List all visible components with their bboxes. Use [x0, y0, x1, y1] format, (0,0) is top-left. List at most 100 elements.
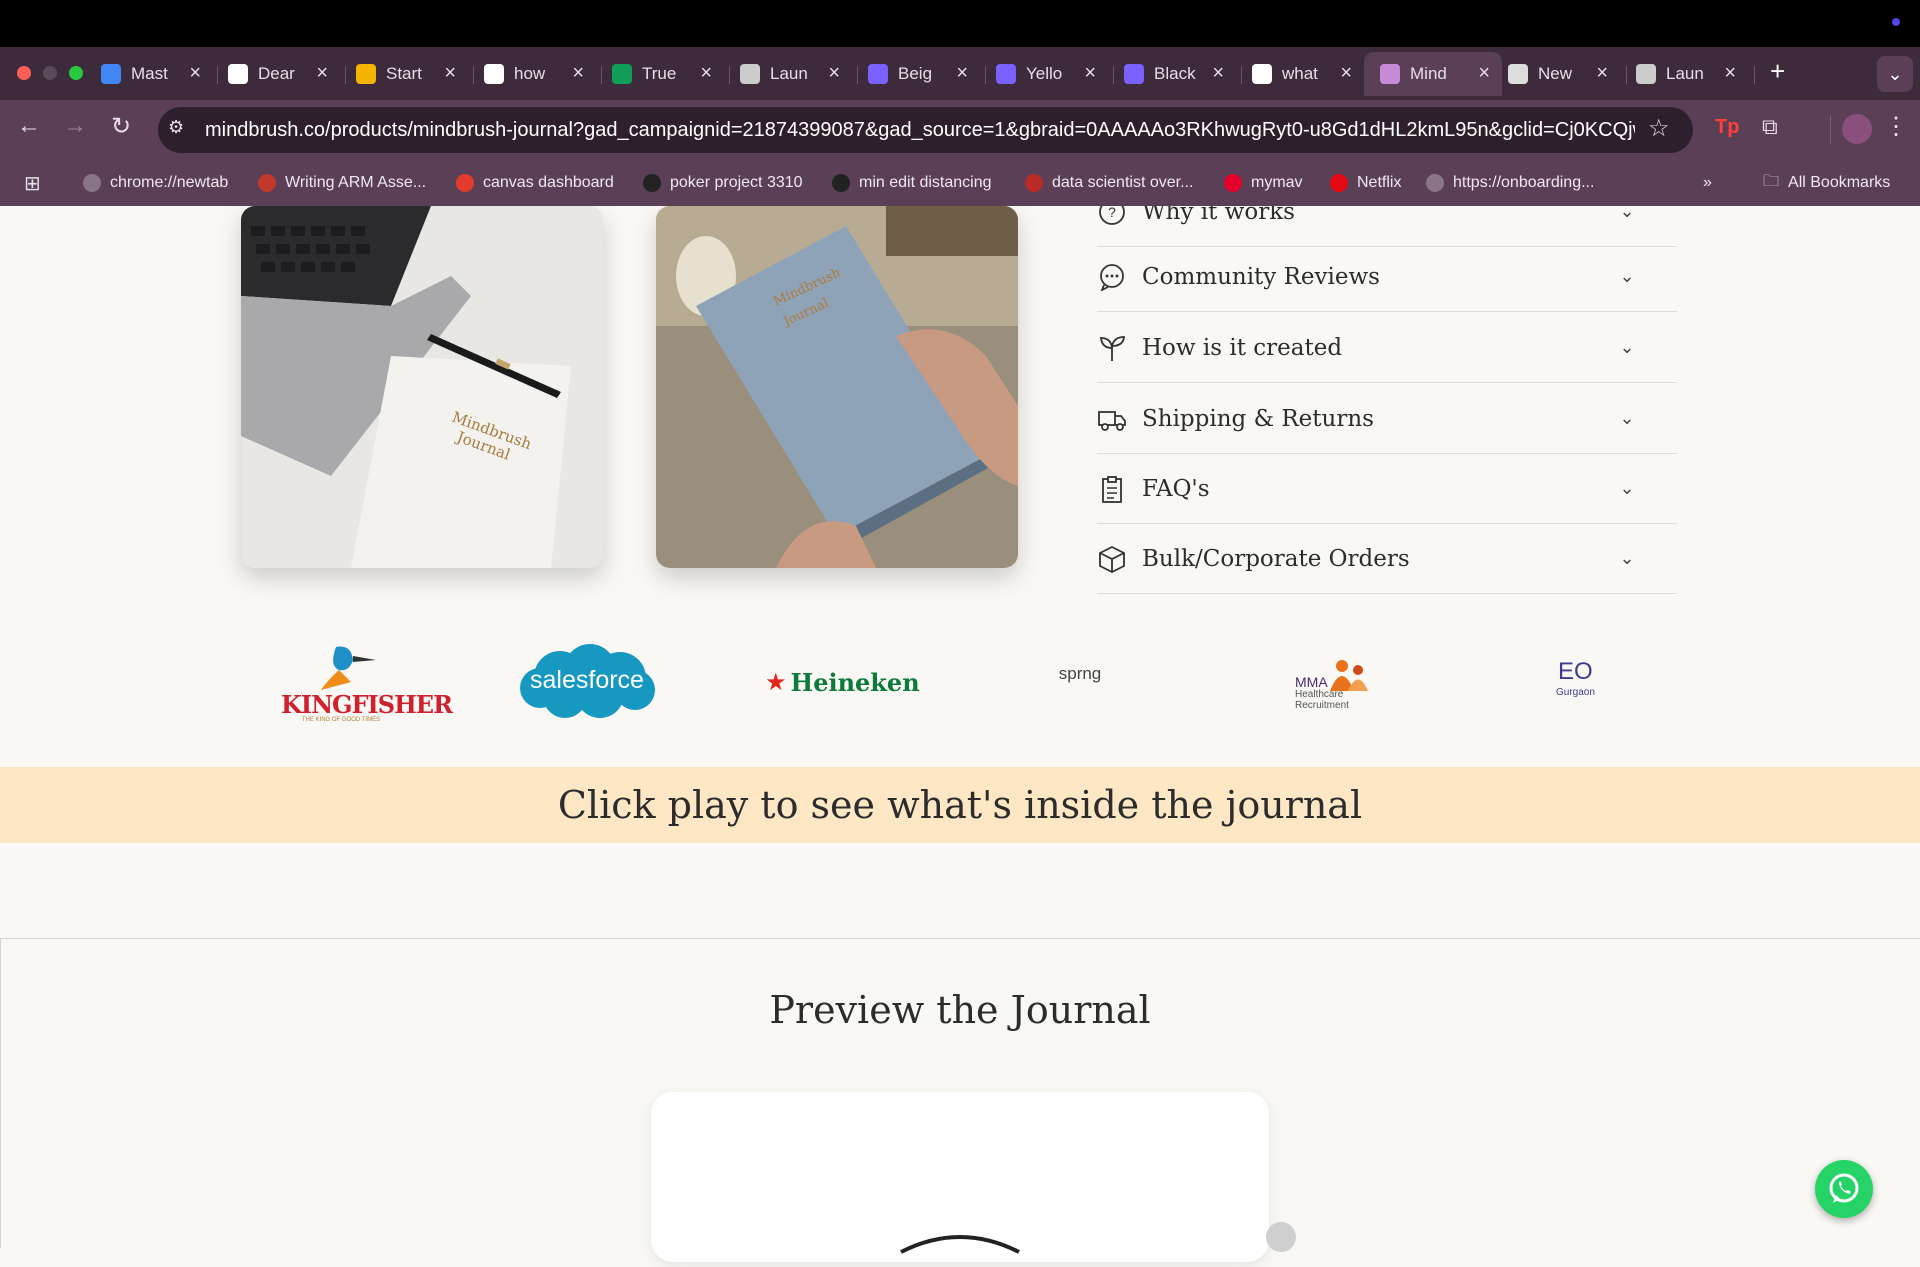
tab-5[interactable]: Laun ×: [724, 52, 852, 96]
tab-title: Mind: [1410, 64, 1447, 83]
globe-icon: [1636, 64, 1656, 84]
profile-avatar[interactable]: [1842, 114, 1872, 144]
tab-10[interactable]: Mind ×: [1364, 52, 1502, 96]
close-tab-icon[interactable]: ×: [1212, 62, 1224, 85]
forward-button[interactable]: →: [58, 112, 92, 140]
back-button[interactable]: ←: [12, 112, 46, 140]
tab-0[interactable]: Mast ×: [85, 52, 213, 96]
all-bookmarks-button[interactable]: 🗀 All Bookmarks: [1763, 160, 1890, 206]
close-tab-icon[interactable]: ×: [1084, 62, 1096, 85]
extensions-puzzle-icon[interactable]: ⧉: [1762, 114, 1778, 140]
heineken-wordmark: Heineken: [790, 667, 920, 697]
mma-line2: Healthcare: [1295, 689, 1344, 700]
bookmark-item[interactable]: min edit distancing: [832, 160, 992, 206]
close-tab-icon[interactable]: ×: [700, 62, 712, 85]
logo-mma: MMA Healthcare Recruitment: [1290, 656, 1370, 716]
accordion-item[interactable]: How is it created ⌄: [1097, 313, 1677, 383]
apps-grid-icon[interactable]: ⊞: [24, 171, 41, 196]
close-tab-icon[interactable]: ×: [1340, 62, 1352, 85]
new-tab-button[interactable]: +: [1770, 56, 1785, 87]
accordion-item[interactable]: Shipping & Returns ⌄: [1097, 384, 1677, 454]
whatsapp-chat-button[interactable]: [1815, 1160, 1873, 1218]
kingfisher-tagline: THE KING OF GOOD TIMES: [301, 717, 381, 723]
eo-location: Gurgaon: [1556, 687, 1595, 698]
tab-title: Dear: [258, 64, 295, 83]
bookmark-item[interactable]: data scientist over...: [1025, 160, 1193, 206]
question-icon: ?: [1097, 206, 1127, 227]
tab-separator: [1113, 66, 1114, 84]
folder-icon: 🗀: [1763, 172, 1780, 190]
product-image-hands[interactable]: Mindbrush Journal: [656, 206, 1018, 568]
mindbrush-icon: [1380, 64, 1400, 84]
reload-button[interactable]: ↻: [104, 112, 138, 141]
tab-8[interactable]: Black ×: [1108, 52, 1236, 96]
tab-12[interactable]: Laun ×: [1620, 52, 1748, 96]
url-text[interactable]: mindbrush.co/products/mindbrush-journal?…: [205, 119, 1635, 142]
canva-icon: [996, 64, 1016, 84]
tab-title: what: [1282, 64, 1318, 83]
salesforce-wordmark: salesforce: [530, 666, 644, 694]
all-bookmarks-label: All Bookmarks: [1788, 174, 1891, 191]
tab-3[interactable]: how ×: [468, 52, 596, 96]
close-tab-icon[interactable]: ×: [956, 62, 968, 85]
chevron-down-icon: ⌄: [1619, 206, 1635, 221]
close-tab-icon[interactable]: ×: [828, 62, 840, 85]
close-tab-icon[interactable]: ×: [1596, 62, 1608, 85]
product-image-laptop[interactable]: Mindbrush Journal: [241, 206, 603, 568]
logo-salesforce: salesforce: [515, 642, 659, 720]
toolbar-divider: [1830, 116, 1831, 144]
tab-separator: [729, 66, 730, 84]
tab-4[interactable]: True ×: [596, 52, 724, 96]
globe-icon: [740, 64, 760, 84]
quora-icon: [1025, 174, 1043, 192]
maximize-window-button[interactable]: [69, 66, 83, 80]
canva-icon: [868, 64, 888, 84]
tab-title: Start: [386, 64, 422, 83]
tab-title: Mast: [131, 64, 168, 83]
close-tab-icon[interactable]: ×: [189, 62, 201, 85]
mma-wordmark: MMA: [1295, 674, 1328, 690]
close-tab-icon[interactable]: ×: [444, 62, 456, 85]
accordion-item[interactable]: ? Why it works ⌄: [1097, 206, 1677, 247]
bookmark-item[interactable]: Netflix: [1330, 160, 1401, 206]
accordion-item[interactable]: Community Reviews ⌄: [1097, 242, 1677, 312]
tab-2[interactable]: Start ×: [340, 52, 468, 96]
tab-title: how: [514, 64, 546, 83]
bookmark-item[interactable]: Writing ARM Asse...: [258, 160, 426, 206]
site-info-icon[interactable]: ⚙: [168, 117, 184, 138]
bookmark-item[interactable]: canvas dashboard: [456, 160, 614, 206]
preview-card[interactable]: [651, 1092, 1269, 1262]
accordion-item[interactable]: Bulk/Corporate Orders ⌄: [1097, 524, 1677, 594]
close-tab-icon[interactable]: ×: [1478, 62, 1490, 85]
bookmark-star-icon[interactable]: ☆: [1648, 114, 1670, 143]
truck-icon: [1097, 404, 1127, 434]
extension-tp-icon[interactable]: Tp: [1715, 116, 1739, 139]
tab-separator: [473, 66, 474, 84]
bookmark-item[interactable]: chrome://newtab: [83, 160, 228, 206]
tab-9[interactable]: what ×: [1236, 52, 1364, 96]
preview-title: Preview the Journal: [769, 988, 1151, 1032]
tab-6[interactable]: Beig ×: [852, 52, 980, 96]
bookmark-item[interactable]: https://onboarding...: [1426, 160, 1594, 206]
close-tab-icon[interactable]: ×: [316, 62, 328, 85]
minimize-window-button[interactable]: [43, 66, 57, 80]
tab-separator: [1626, 66, 1627, 84]
tab-1[interactable]: Dear ×: [212, 52, 340, 96]
close-tab-icon[interactable]: ×: [1724, 62, 1736, 85]
globe-icon: [1426, 174, 1444, 192]
more-bookmarks-icon[interactable]: »: [1703, 160, 1712, 206]
browser-menu-icon[interactable]: ⋮: [1884, 112, 1908, 141]
tab-search-button[interactable]: ⌄: [1877, 56, 1913, 92]
bookmark-item[interactable]: poker project 3310: [643, 160, 803, 206]
close-tab-icon[interactable]: ×: [572, 62, 584, 85]
tab-title: Beig: [898, 64, 933, 83]
chevron-down-icon: ⌄: [1619, 478, 1635, 498]
bookmark-item[interactable]: mymav: [1224, 160, 1303, 206]
tab-11[interactable]: New ×: [1492, 52, 1620, 96]
accordion-item[interactable]: FAQ's ⌄: [1097, 454, 1677, 524]
hands-journal-illustration: Mindbrush Journal: [656, 206, 1018, 568]
arm-icon: [258, 174, 276, 192]
close-window-button[interactable]: [17, 66, 31, 80]
laptop-journal-illustration: Mindbrush Journal: [241, 206, 603, 568]
tab-7[interactable]: Yello ×: [980, 52, 1108, 96]
